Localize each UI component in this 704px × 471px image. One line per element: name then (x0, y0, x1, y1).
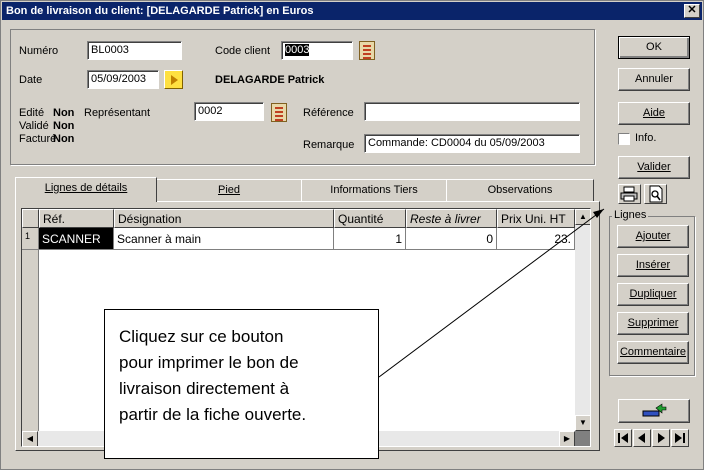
delivery-note-window: Bon de livraison du client: [DELAGARDE P… (0, 0, 704, 470)
callout-box: Cliquez sur ce bouton pour imprimer le b… (104, 309, 379, 459)
callout-line-3: livraison directement à (119, 379, 290, 398)
tab-lignes-details[interactable]: Lignes de détails (15, 177, 157, 202)
callout-line-4: partir de la fiche ouverte. (119, 405, 307, 424)
callout-line-2: pour imprimer le bon de (119, 353, 299, 372)
tab-lignes-details-label: Lignes de détails (44, 182, 128, 194)
callout-line-1: Cliquez sur ce bouton (119, 327, 284, 346)
